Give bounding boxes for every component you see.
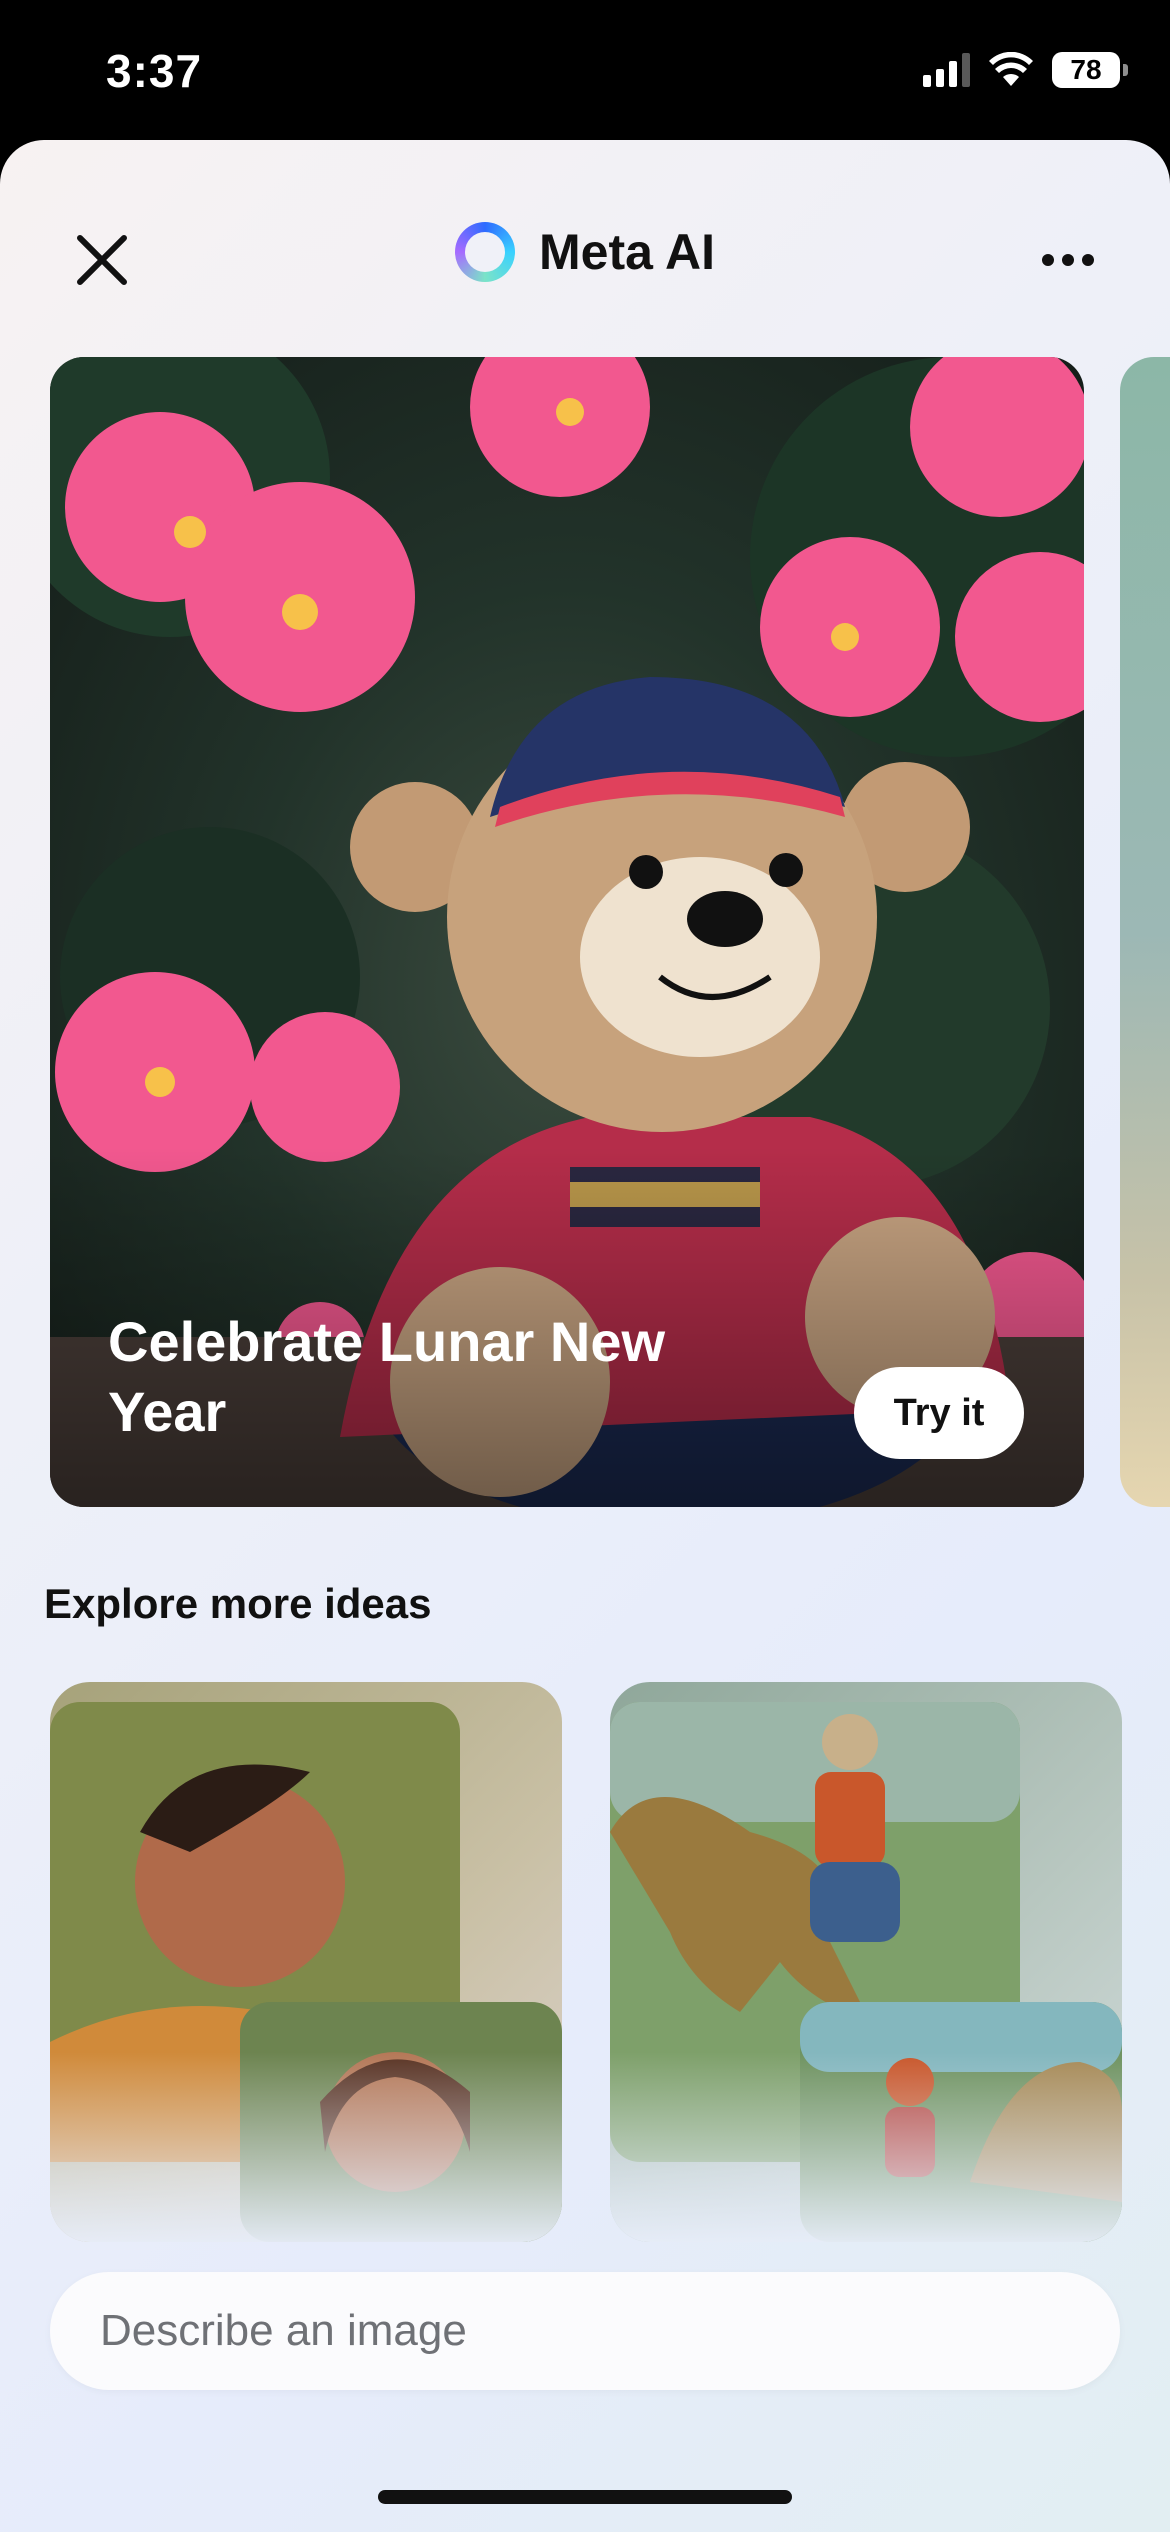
more-options-button[interactable] bbox=[1028, 230, 1108, 290]
status-time: 3:37 bbox=[106, 45, 203, 97]
page-title: Meta AI bbox=[539, 224, 715, 280]
hero-card[interactable]: Celebrate Lunar New Year Try it bbox=[50, 357, 1084, 1507]
status-icons: 78 bbox=[923, 52, 1128, 88]
screen: 3:37 78 Meta AI Celebrate Lunar New Year… bbox=[0, 0, 1170, 2532]
idea-card-dinosaur[interactable] bbox=[610, 1682, 1122, 2242]
hero-title: Celebrate Lunar New Year bbox=[108, 1310, 666, 1443]
describe-image-input[interactable] bbox=[98, 2305, 1062, 2357]
signal-icon bbox=[923, 53, 970, 87]
wifi-icon bbox=[989, 52, 1033, 86]
more-options-icon bbox=[1042, 254, 1054, 266]
describe-image-bar[interactable] bbox=[50, 2272, 1120, 2390]
idea-fade bbox=[50, 2052, 562, 2242]
meta-ai-logo-icon bbox=[455, 222, 516, 282]
status-bar: 3:37 78 bbox=[0, 0, 1170, 140]
meta-ai-sheet: Meta AI Celebrate Lunar New Year Try it … bbox=[0, 140, 1170, 2532]
battery-level: 78 bbox=[1070, 54, 1102, 85]
title-wrap: Meta AI bbox=[0, 222, 1170, 282]
idea-fade bbox=[610, 2052, 1122, 2242]
home-indicator[interactable] bbox=[378, 2490, 792, 2504]
battery-icon: 78 bbox=[1052, 52, 1128, 88]
section-title: Explore more ideas bbox=[44, 1580, 432, 1627]
next-card-peek[interactable] bbox=[1120, 357, 1170, 1507]
header: Meta AI bbox=[0, 200, 1170, 300]
idea-card-portrait[interactable] bbox=[50, 1682, 562, 2242]
try-it-button[interactable]: Try it bbox=[854, 1367, 1024, 1459]
